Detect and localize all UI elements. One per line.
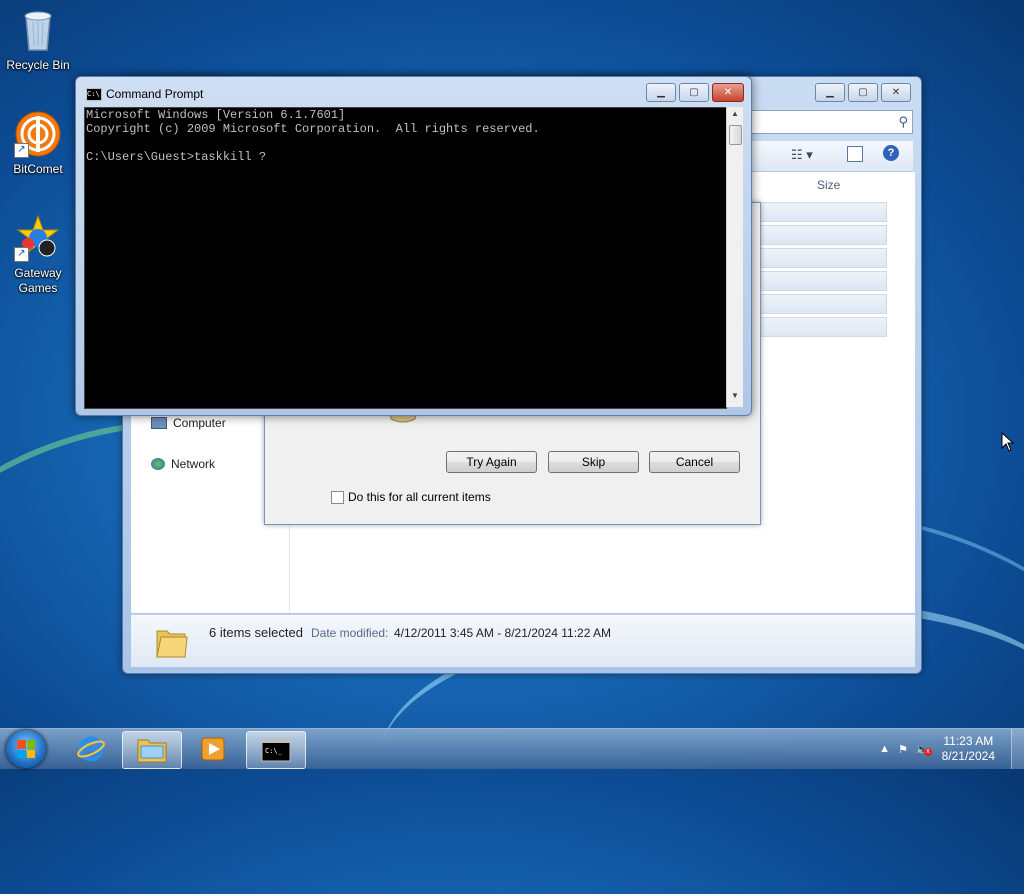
nav-item-network[interactable]: Network xyxy=(151,457,215,471)
cancel-button[interactable]: Cancel xyxy=(649,451,740,473)
desktop-icon-bitcomet[interactable]: ↗ BitComet xyxy=(0,110,76,177)
desktop-icon-label: Recycle Bin xyxy=(6,58,70,72)
show-hidden-icons-icon[interactable]: ▲ xyxy=(879,743,890,755)
search-input[interactable]: ⚲ xyxy=(743,110,913,134)
close-button[interactable]: ✕ xyxy=(712,83,744,102)
computer-icon xyxy=(151,417,167,429)
clock[interactable]: 11:23 AM 8/21/2024 xyxy=(942,734,995,764)
taskbar-windows-explorer[interactable] xyxy=(122,731,182,769)
window-controls: ▁ ▢ ✕ xyxy=(646,83,744,102)
recycle-bin-icon xyxy=(14,6,62,54)
minimize-button[interactable]: ▁ xyxy=(646,83,676,102)
shortcut-arrow-icon: ↗ xyxy=(14,143,29,158)
close-button[interactable]: ✕ xyxy=(881,83,911,102)
details-pane: 6 items selected Date modified: 4/12/201… xyxy=(131,614,915,667)
gateway-games-icon: ↗ xyxy=(14,214,62,262)
preview-pane-icon[interactable] xyxy=(847,146,863,162)
list-item[interactable] xyxy=(743,225,887,245)
scroll-down-arrow-icon[interactable]: ▼ xyxy=(727,391,743,405)
desktop-icon-recycle-bin[interactable]: Recycle Bin xyxy=(0,6,76,73)
try-again-button[interactable]: Try Again xyxy=(446,451,537,473)
taskbar-command-prompt[interactable]: C:\_ xyxy=(246,731,306,769)
search-icon: ⚲ xyxy=(898,114,908,129)
shortcut-arrow-icon: ↗ xyxy=(14,247,29,262)
file-list xyxy=(743,202,887,340)
scroll-up-arrow-icon[interactable]: ▲ xyxy=(727,109,743,123)
view-options-icon[interactable]: ☷ ▾ xyxy=(791,147,813,163)
window-controls: ▁ ▢ ✕ xyxy=(815,83,911,102)
vertical-scrollbar[interactable]: ▲ ▼ xyxy=(726,107,743,407)
date-modified-value: 4/12/2011 3:45 AM - 8/21/2024 11:22 AM xyxy=(394,626,612,640)
console-line: Copyright (c) 2009 Microsoft Corporation… xyxy=(86,122,540,136)
folder-icon xyxy=(137,739,167,763)
show-desktop-button[interactable] xyxy=(1011,729,1024,769)
svg-text:C:\_: C:\_ xyxy=(265,747,283,755)
system-tray: ▲ ⚑ 🔈 x 11:23 AM 8/21/2024 xyxy=(875,729,1024,769)
help-icon[interactable]: ? xyxy=(883,145,899,161)
desktop-icon-label: BitComet xyxy=(13,162,63,176)
bitcomet-icon: ↗ xyxy=(14,110,62,158)
folder-icon xyxy=(156,630,188,658)
action-center-flag-icon[interactable]: ⚑ xyxy=(898,743,908,756)
taskbar-internet-explorer[interactable] xyxy=(62,731,120,767)
clock-date: 8/21/2024 xyxy=(941,749,995,763)
maximize-button[interactable]: ▢ xyxy=(679,83,709,102)
maximize-button[interactable]: ▢ xyxy=(848,83,878,102)
start-button[interactable] xyxy=(6,730,46,768)
nav-item-computer[interactable]: Computer xyxy=(151,416,226,430)
list-item[interactable] xyxy=(743,294,887,314)
internet-explorer-icon xyxy=(77,736,105,762)
console-line: Microsoft Windows [Version 6.1.7601] xyxy=(86,108,346,122)
command-prompt-window[interactable]: C:\ Command Prompt ▁ ▢ ✕ Microsoft Windo… xyxy=(75,76,752,416)
network-icon xyxy=(151,458,165,470)
volume-muted-icon[interactable]: 🔈 x xyxy=(916,743,932,756)
taskbar-media-player[interactable] xyxy=(184,731,242,767)
console-output[interactable]: Microsoft Windows [Version 6.1.7601] Cop… xyxy=(84,107,727,409)
list-item[interactable] xyxy=(743,248,887,268)
checkbox-label: Do this for all current items xyxy=(348,490,491,504)
console-prompt-line[interactable]: C:\Users\Guest>taskkill ? xyxy=(85,150,726,164)
skip-button[interactable]: Skip xyxy=(548,451,639,473)
scroll-thumb[interactable] xyxy=(729,125,742,145)
desktop-icon-label: Gateway Games xyxy=(14,266,62,295)
column-header-size[interactable]: Size xyxy=(817,178,840,192)
desktop-icon-gateway-games[interactable]: ↗ Gateway Games xyxy=(0,214,76,296)
nav-item-label: Computer xyxy=(173,416,226,430)
taskbar: C:\_ ▲ ⚑ 🔈 x 11:23 AM 8/21/2024 xyxy=(0,728,1024,769)
cmd-icon: C:\_ xyxy=(261,738,291,762)
windows-logo-icon xyxy=(17,740,35,758)
minimize-button[interactable]: ▁ xyxy=(815,83,845,102)
console-line xyxy=(85,136,726,150)
checkbox-box[interactable] xyxy=(331,490,344,504)
nav-item-label: Network xyxy=(171,457,216,471)
selection-count: 6 items selected xyxy=(209,625,303,640)
mouse-cursor-icon xyxy=(1001,432,1015,452)
window-title: Command Prompt xyxy=(106,87,204,101)
clock-time: 11:23 AM xyxy=(943,734,994,748)
date-modified-label: Date modified: xyxy=(311,626,389,640)
list-item[interactable] xyxy=(743,202,887,222)
cmd-icon: C:\ xyxy=(86,88,102,101)
list-item[interactable] xyxy=(743,271,887,291)
media-player-icon xyxy=(201,737,225,761)
list-item[interactable] xyxy=(743,317,887,337)
apply-all-checkbox[interactable]: Do this for all current items xyxy=(331,490,491,504)
